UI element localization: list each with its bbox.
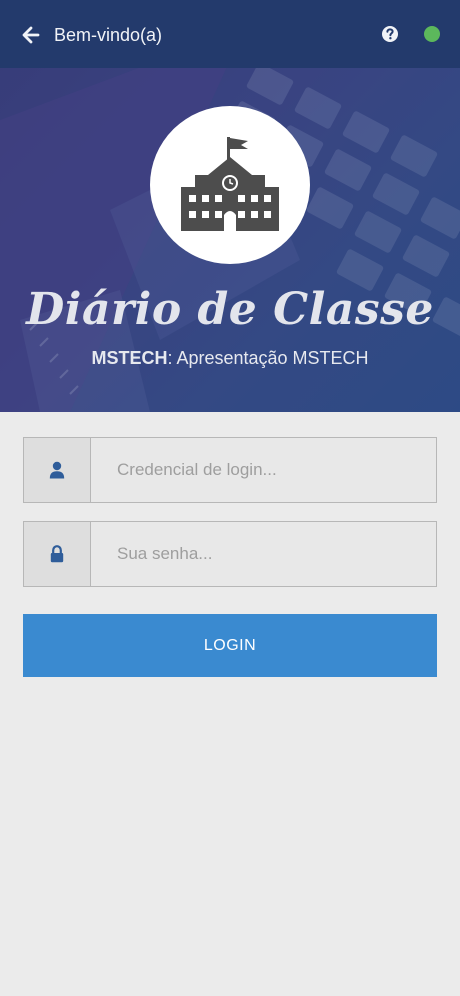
connection-status-indicator <box>424 26 440 42</box>
back-button[interactable] <box>18 22 44 48</box>
question-circle-icon <box>382 26 398 42</box>
username-input[interactable] <box>91 438 436 502</box>
organization-subtitle: MSTECH: Apresentação MSTECH <box>0 348 460 369</box>
top-bar: Bem-vindo(a) <box>0 0 460 68</box>
user-icon <box>49 461 65 479</box>
password-field-icon-box <box>24 522 91 586</box>
hero-banner: Diário de Classe MSTECH: Apresentação MS… <box>0 60 460 412</box>
app-title: Diário de Classe <box>26 284 434 335</box>
username-field <box>23 437 437 503</box>
password-field <box>23 521 437 587</box>
organization-description: Apresentação MSTECH <box>176 348 369 368</box>
app-logo <box>150 106 310 264</box>
help-button[interactable] <box>380 24 400 44</box>
school-building-icon <box>181 137 279 231</box>
password-input[interactable] <box>91 522 436 586</box>
organization-name: MSTECH <box>91 348 168 368</box>
lock-icon <box>50 545 64 563</box>
page-title: Bem-vindo(a) <box>54 25 163 45</box>
username-field-icon-box <box>24 438 91 502</box>
login-button[interactable]: LOGIN <box>23 614 437 677</box>
arrow-left-icon <box>22 26 40 44</box>
